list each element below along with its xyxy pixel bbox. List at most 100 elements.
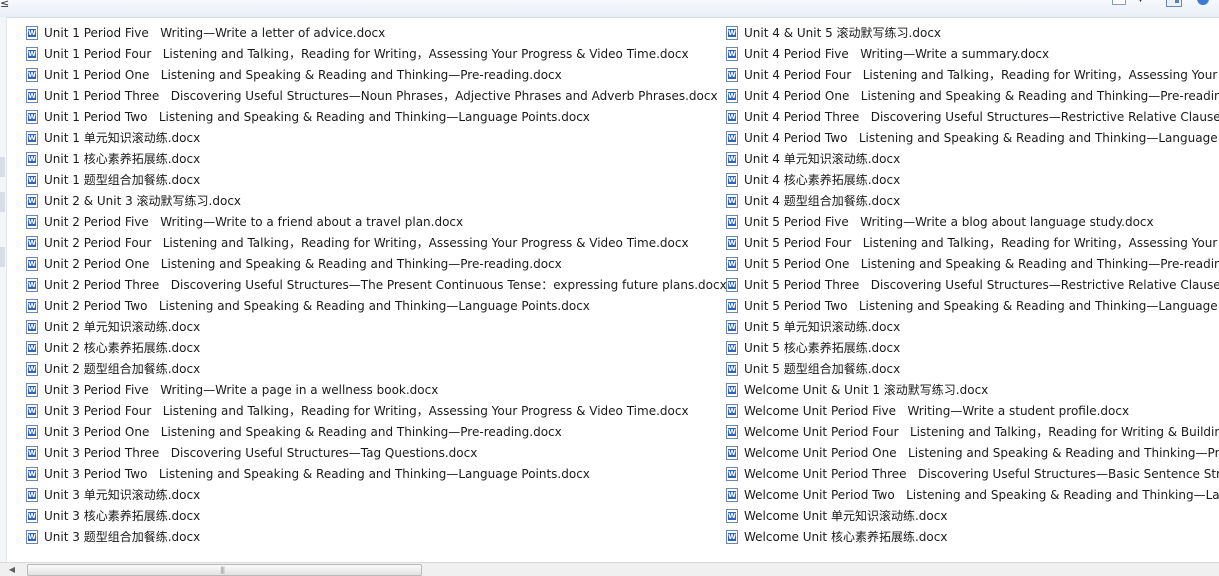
file-name: Unit 1 Period Two Listening and Speaking… [44, 110, 590, 124]
file-item[interactable]: Welcome Unit Period Three Discovering Us… [724, 464, 1219, 485]
view-options-dropdown-icon[interactable]: ▼ [1137, 0, 1144, 4]
file-item[interactable]: Unit 1 Period One Listening and Speaking… [24, 65, 727, 86]
file-item[interactable]: Welcome Unit 单元知识滚动练.docx [724, 506, 1219, 527]
file-item[interactable]: Welcome Unit & Unit 1 滚动默写练习.docx [724, 380, 1219, 401]
file-item[interactable]: Unit 2 题型组合加餐练.docx [24, 359, 727, 380]
word-document-icon [726, 26, 738, 40]
word-document-icon [726, 425, 738, 439]
file-item[interactable]: Welcome Unit Period Two Listening and Sp… [724, 485, 1219, 506]
file-item[interactable]: Unit 3 Period Two Listening and Speaking… [24, 464, 727, 485]
word-document-icon [26, 257, 38, 271]
file-item[interactable]: Unit 5 Period One Listening and Speaking… [724, 254, 1219, 275]
file-item[interactable]: Unit 5 核心素养拓展练.docx [724, 338, 1219, 359]
word-document-icon [726, 47, 738, 61]
file-item[interactable]: Unit 1 Period Four Listening and Talking… [24, 44, 727, 65]
word-document-icon [726, 383, 738, 397]
file-name: Unit 2 Period Five Writing—Write to a fr… [44, 215, 464, 229]
word-document-icon [26, 383, 38, 397]
word-document-icon [26, 26, 38, 40]
preview-pane-icon[interactable] [1166, 0, 1182, 7]
file-name: Welcome Unit & Unit 1 滚动默写练习.docx [744, 383, 989, 397]
file-item[interactable]: Unit 5 题型组合加餐练.docx [724, 359, 1219, 380]
file-item[interactable]: Unit 3 题型组合加餐练.docx [24, 527, 727, 548]
file-name: Unit 1 核心素养拓展练.docx [44, 152, 201, 166]
file-name: Welcome Unit Period One Listening and Sp… [744, 446, 1219, 460]
file-item[interactable]: Unit 2 Period Two Listening and Speaking… [24, 296, 727, 317]
file-item[interactable]: Unit 3 核心素养拓展练.docx [24, 506, 727, 527]
file-item[interactable]: Unit 5 单元知识滚动练.docx [724, 317, 1219, 338]
file-name: Unit 5 题型组合加餐练.docx [744, 362, 901, 376]
scroll-left-arrow-icon[interactable]: ◀ [6, 564, 18, 575]
word-document-icon [726, 320, 738, 334]
file-item[interactable]: Unit 2 Period Four Listening and Talking… [24, 233, 727, 254]
file-item[interactable]: Unit 4 Period One Listening and Speaking… [724, 86, 1219, 107]
file-item[interactable]: Unit 2 单元知识滚动练.docx [24, 317, 727, 338]
file-item[interactable]: Welcome Unit Period Five Writing—Write a… [724, 401, 1219, 422]
file-name: Unit 2 Period One Listening and Speaking… [44, 257, 562, 271]
file-item[interactable]: Unit 5 Period Five Writing—Write a blog … [724, 212, 1219, 233]
file-name: Unit 4 & Unit 5 滚动默写练习.docx [744, 26, 942, 40]
file-name: Unit 5 Period Four Listening and Talking… [744, 236, 1219, 250]
word-document-icon [726, 68, 738, 82]
file-name: Unit 1 Period Four Listening and Talking… [44, 47, 689, 61]
file-name: Unit 3 单元知识滚动练.docx [44, 488, 201, 502]
file-item[interactable]: Unit 2 Period One Listening and Speaking… [24, 254, 727, 275]
file-item[interactable]: Unit 1 单元知识滚动练.docx [24, 128, 727, 149]
word-document-icon [726, 257, 738, 271]
scrollbar-thumb[interactable]: ||| [27, 564, 422, 576]
file-name: Welcome Unit 核心素养拓展练.docx [744, 530, 948, 544]
word-document-icon [26, 467, 38, 481]
file-name: Unit 2 & Unit 3 滚动默写练习.docx [44, 194, 242, 208]
file-item[interactable]: Unit 3 单元知识滚动练.docx [24, 485, 727, 506]
file-item[interactable]: Unit 5 Period Three Discovering Useful S… [724, 275, 1219, 296]
file-item[interactable]: Welcome Unit Period Four Listening and T… [724, 422, 1219, 443]
file-item[interactable]: Unit 1 题型组合加餐练.docx [24, 170, 727, 191]
file-item[interactable]: Unit 4 题型组合加餐练.docx [724, 191, 1219, 212]
file-item[interactable]: Unit 2 核心素养拓展练.docx [24, 338, 727, 359]
horizontal-scrollbar[interactable]: ◀ ||| [0, 562, 1219, 576]
file-item[interactable]: Unit 5 Period Four Listening and Talking… [724, 233, 1219, 254]
explorer-toolbar: ≤ ▼ [0, 0, 1219, 18]
word-document-icon [26, 152, 38, 166]
word-document-icon [726, 530, 738, 544]
file-item[interactable]: Unit 5 Period Two Listening and Speaking… [724, 296, 1219, 317]
word-document-icon [26, 131, 38, 145]
file-item[interactable]: Unit 4 核心素养拓展练.docx [724, 170, 1219, 191]
word-document-icon [26, 68, 38, 82]
file-list-column-2: Unit 4 & Unit 5 滚动默写练习.docx Unit 4 Period… [724, 23, 1219, 548]
file-name: Unit 1 Period Three Discovering Useful S… [44, 89, 718, 103]
file-name: Unit 1 Period Five Writing—Write a lette… [44, 26, 386, 40]
file-item[interactable]: Unit 1 Period Two Listening and Speaking… [24, 107, 727, 128]
file-item[interactable]: Welcome Unit Period One Listening and Sp… [724, 443, 1219, 464]
file-item[interactable]: Unit 4 Period Two Listening and Speaking… [724, 128, 1219, 149]
change-view-icon[interactable] [1112, 0, 1126, 5]
file-name: Unit 1 Period One Listening and Speaking… [44, 68, 562, 82]
file-item[interactable]: Unit 2 Period Five Writing—Write to a fr… [24, 212, 727, 233]
word-document-icon [26, 488, 38, 502]
file-item[interactable]: Unit 3 Period Five Writing—Write a page … [24, 380, 727, 401]
file-item[interactable]: Unit 4 & Unit 5 滚动默写练习.docx [724, 23, 1219, 44]
file-item[interactable]: Unit 3 Period Four Listening and Talking… [24, 401, 727, 422]
word-document-icon [726, 215, 738, 229]
file-item[interactable]: Unit 1 Period Five Writing—Write a lette… [24, 23, 727, 44]
file-name: Unit 1 单元知识滚动练.docx [44, 131, 201, 145]
back-arrow-icon[interactable]: ≤ [0, 0, 9, 10]
file-item[interactable]: Welcome Unit 核心素养拓展练.docx [724, 527, 1219, 548]
file-name: Welcome Unit Period Four Listening and T… [744, 425, 1219, 439]
file-item[interactable]: Unit 4 Period Four Listening and Talking… [724, 65, 1219, 86]
file-item[interactable]: Unit 4 Period Three Discovering Useful S… [724, 107, 1219, 128]
file-item[interactable]: Unit 2 & Unit 3 滚动默写练习.docx [24, 191, 727, 212]
file-item[interactable]: Unit 3 Period Three Discovering Useful S… [24, 443, 727, 464]
word-document-icon [26, 110, 38, 124]
file-item[interactable]: Unit 3 Period One Listening and Speaking… [24, 422, 727, 443]
file-name: Unit 4 核心素养拓展练.docx [744, 173, 901, 187]
help-icon[interactable] [1197, 0, 1209, 5]
file-item[interactable]: Unit 2 Period Three Discovering Useful S… [24, 275, 727, 296]
file-item[interactable]: Unit 1 Period Three Discovering Useful S… [24, 86, 727, 107]
word-document-icon [726, 173, 738, 187]
file-item[interactable]: Unit 1 核心素养拓展练.docx [24, 149, 727, 170]
file-name: Welcome Unit Period Five Writing—Write a… [744, 404, 1130, 418]
file-item[interactable]: Unit 4 Period Five Writing—Write a summa… [724, 44, 1219, 65]
file-item[interactable]: Unit 4 单元知识滚动练.docx [724, 149, 1219, 170]
word-document-icon [726, 236, 738, 250]
